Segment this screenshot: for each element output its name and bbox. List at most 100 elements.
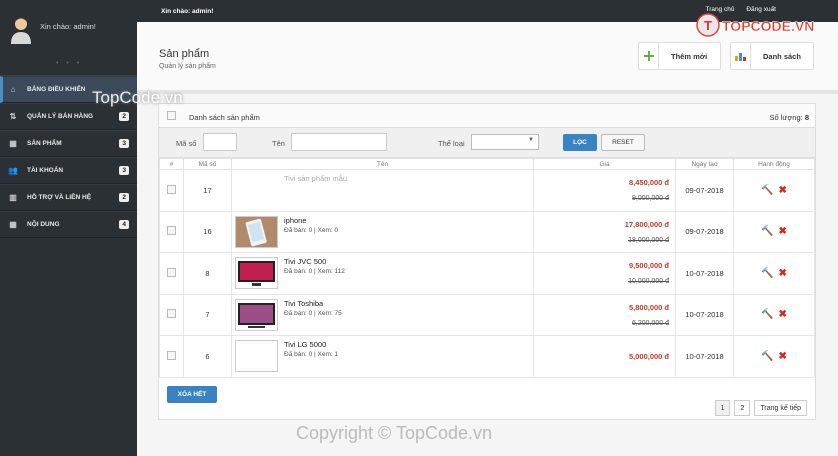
col-price: Giá: [533, 158, 676, 170]
filter-button[interactable]: LỌC: [563, 134, 597, 151]
table-row: 7 Tivi Toshiba Đã bán: 0 | Xem: 75 5,800…: [159, 293, 815, 336]
sidebar-item-support[interactable]: ▥ Hỗ trợ và liên hệ 2: [0, 184, 137, 211]
row-price: 8,450,000 đ 9,000,000 đ: [533, 169, 676, 212]
filter-id-input[interactable]: [203, 133, 237, 151]
sidebar-badge: 3: [119, 139, 129, 148]
list-label: Danh sách: [763, 51, 801, 61]
row-price: 17,800,000 đ 18,000,000 đ: [533, 210, 676, 253]
current-price: 9,500,000 đ: [628, 261, 669, 271]
row-price: 5,800,000 đ 6,200,000 đ: [533, 293, 676, 336]
welcome-text: Xin chào: admin!: [40, 22, 96, 31]
row-checkbox[interactable]: [167, 267, 176, 277]
row-date: 09-07-2018: [675, 169, 734, 212]
edit-icon[interactable]: 🔨: [761, 309, 773, 320]
logo-text: TOPCODE.VN: [722, 18, 814, 34]
delete-icon[interactable]: ✖: [779, 309, 787, 320]
page-1-button[interactable]: 1: [714, 400, 731, 416]
col-name: Tên: [231, 158, 534, 170]
filter-category-select[interactable]: ▼: [471, 134, 539, 150]
sidebar-item-content[interactable]: ▦ Nội dung 4: [0, 211, 137, 238]
home-icon: ⌂: [10, 85, 16, 94]
row-name-cell: Tivi sản phẩm mẫu: [231, 169, 534, 212]
col-actions: Hành động: [733, 158, 815, 170]
row-checkbox[interactable]: [167, 350, 176, 360]
sidebar-item-label: Quản lý bán hàng: [27, 113, 94, 120]
filter-name-label: Tên: [272, 139, 285, 148]
svg-text:T: T: [704, 18, 712, 33]
row-name-cell: iphone Đã bán: 0 | Xem: 0: [231, 210, 534, 253]
sidebar-badge: 2: [119, 112, 129, 121]
quantity-count: Số lượng: 8: [769, 113, 809, 122]
select-all-checkbox[interactable]: [167, 111, 176, 120]
row-date: 10-07-2018: [675, 293, 734, 336]
sidebar: Xin chào: admin! • • • ⌂ Bảng điều khiển…: [0, 0, 137, 456]
reset-button[interactable]: RESET: [601, 134, 645, 151]
old-price: 18,000,000 đ: [628, 236, 669, 244]
row-checkbox[interactable]: [167, 226, 176, 236]
delete-icon[interactable]: ✖: [779, 226, 787, 237]
sidebar-item-label: Tài khoản: [27, 167, 64, 174]
caret-down-icon: ▼: [528, 137, 534, 143]
col-check: #: [159, 158, 184, 170]
product-thumbnail: [235, 257, 278, 290]
delete-icon[interactable]: ✖: [779, 185, 787, 196]
product-thumbnail: [235, 298, 278, 331]
pagination: 1 2 Trang kế tiếp: [711, 400, 807, 416]
old-price: 10,000,000 đ: [628, 278, 669, 286]
delete-all-button[interactable]: XÓA HẾT: [167, 386, 217, 403]
sidebar-badge: 4: [119, 220, 129, 229]
row-name-cell: Tivi JVC 500 Đã bán: 0 | Xem: 112: [231, 252, 534, 295]
edit-icon[interactable]: 🔨: [761, 268, 773, 279]
next-page-button[interactable]: Trang kế tiếp: [754, 400, 807, 416]
row-name-cell: Tivi Toshiba Đã bán: 0 | Xem: 75: [231, 293, 534, 336]
add-new-button[interactable]: Thêm mới: [638, 42, 721, 70]
list-button[interactable]: Danh sách: [730, 42, 814, 70]
grid-icon: ▦: [9, 220, 17, 229]
sidebar-item-products[interactable]: ▦ Sản phẩm 3: [0, 130, 137, 157]
delete-icon[interactable]: ✖: [779, 268, 787, 279]
delete-icon[interactable]: ✖: [779, 351, 787, 362]
old-price: 9,000,000 đ: [632, 195, 669, 203]
row-price: 5,000,000 đ: [533, 335, 676, 378]
filter-name-input[interactable]: [291, 133, 387, 151]
sidebar-item-label: Nội dung: [27, 221, 60, 228]
edit-icon[interactable]: 🔨: [761, 185, 773, 196]
product-thumbnail: [235, 340, 278, 373]
sidebar-item-label: Hỗ trợ và liên hệ: [27, 194, 92, 201]
filter-category-label: Thể loại: [438, 139, 465, 148]
product-thumbnail: [235, 174, 278, 206]
columns-icon: ▥: [9, 193, 17, 202]
row-actions: 🔨 ✖: [733, 169, 815, 212]
edit-icon[interactable]: 🔨: [761, 226, 773, 237]
panel-header: Danh sách sản phẩm Số lượng: 8: [159, 104, 815, 128]
product-table: # Mã số Tên Giá Ngày tạo Hành động 17 Ti…: [159, 158, 815, 378]
sidebar-item-label: Bảng điều khiển: [27, 86, 86, 93]
user-avatar-icon: [11, 18, 31, 44]
sort-icon: ⇅: [9, 112, 17, 121]
edit-icon[interactable]: 🔨: [761, 351, 773, 362]
row-name-cell: Tivi LG 5000 Đã bán: 0 | Xem: 1: [231, 335, 534, 378]
current-price: 5,800,000 đ: [628, 302, 669, 312]
page-2-button[interactable]: 2: [734, 400, 751, 416]
row-actions: 🔨 ✖: [733, 252, 815, 295]
table-row: 8 Tivi JVC 500 Đã bán: 0 | Xem: 112 9,50…: [159, 252, 815, 295]
add-new-label: Thêm mới: [671, 51, 708, 61]
row-id: 17: [183, 169, 232, 212]
row-id: 6: [183, 335, 232, 378]
plus-icon: [639, 43, 659, 69]
sidebar-item-label: Sản phẩm: [27, 140, 62, 147]
topbar-welcome: Xin chào: admin!: [161, 8, 214, 15]
sidebar-item-accounts[interactable]: 👥 Tài khoản 3: [0, 157, 137, 184]
row-id: 7: [183, 293, 232, 336]
row-checkbox[interactable]: [167, 184, 176, 194]
filter-id-label: Mã số: [176, 139, 197, 148]
current-price: 5,000,000 đ: [628, 351, 669, 361]
row-id: 8: [183, 252, 232, 295]
panel-title: Danh sách sản phẩm: [189, 113, 260, 122]
page-title: Sản phẩm: [159, 48, 210, 60]
row-date: 09-07-2018: [675, 210, 734, 253]
quantity-value: 8: [804, 113, 809, 122]
product-thumbnail: [235, 215, 278, 248]
table-row: 17 Tivi sản phẩm mẫu 8,450,000 đ 9,000,0…: [159, 169, 815, 212]
row-checkbox[interactable]: [167, 309, 176, 319]
